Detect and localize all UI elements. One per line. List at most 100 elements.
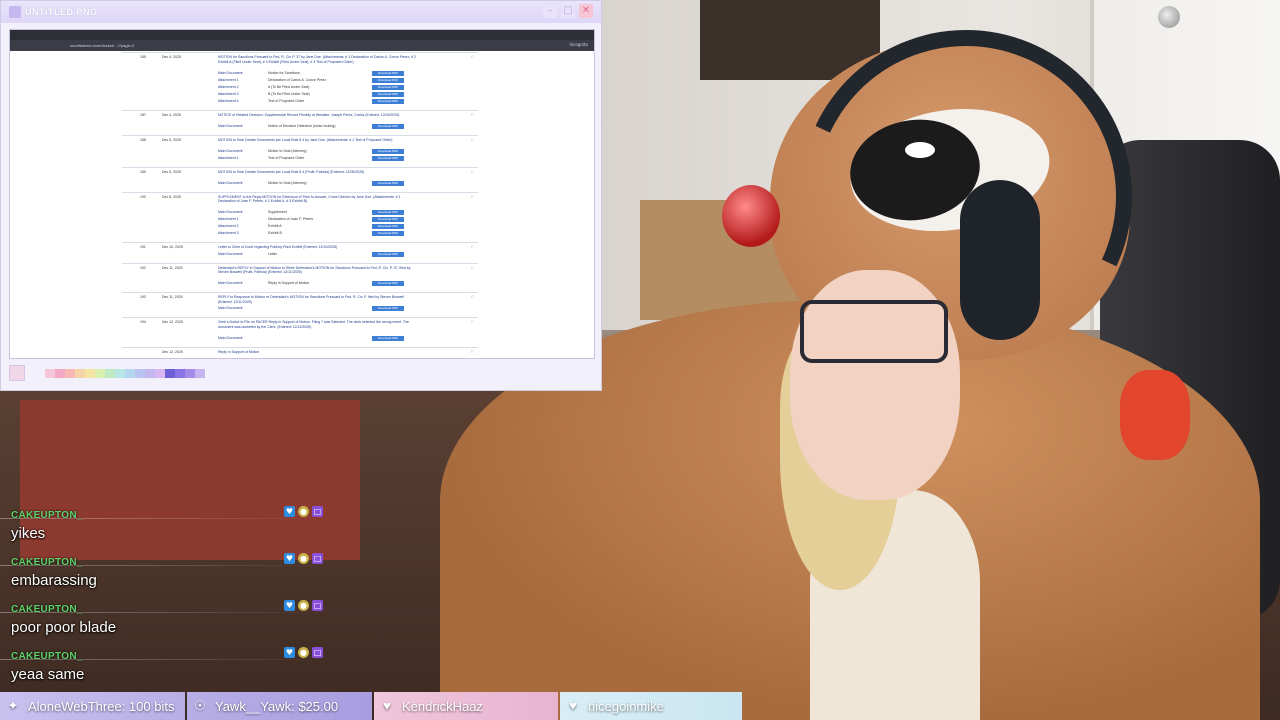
docket-flag-icon[interactable]: ⚐	[471, 245, 474, 249]
download-pdf-button[interactable]: Download PDF	[372, 123, 404, 129]
maximize-button[interactable]: □	[561, 4, 575, 18]
download-pdf-button[interactable]: Download PDF	[372, 217, 404, 222]
docket-table: 185 Dec 4, 2025 MOTION for Sanctions Pursu…	[122, 52, 478, 358]
attachment-label[interactable]: Main Document	[218, 181, 243, 185]
download-pdf-button[interactable]: Download PDF	[372, 231, 404, 236]
attachment-label[interactable]: Main Document	[218, 252, 243, 256]
docket-flag-icon[interactable]: ⚐	[471, 113, 474, 117]
chat-text: yeaa same	[11, 666, 85, 683]
docket-row: 194 Dec 12, 2025 Clerk's Notice to File on…	[122, 317, 478, 347]
attachment-label[interactable]: Attachment 1	[218, 156, 239, 160]
docket-flag-icon[interactable]: ⚐	[471, 266, 474, 270]
attachment-description: Exhibit A	[268, 224, 282, 228]
ticker-text: nicegoinmike	[588, 698, 664, 714]
download-pdf-button[interactable]: Download PDF	[372, 281, 404, 286]
screenshot-incognito: Incognito	[569, 42, 588, 47]
title-bar[interactable]: UNTITLED.PNG	[1, 1, 601, 23]
download-pdf-button[interactable]: Download PDF	[372, 306, 404, 311]
download-pdf-button[interactable]: Download PDF	[372, 98, 404, 104]
docket-flag-icon[interactable]: ⚐	[471, 195, 474, 199]
palette-swatch[interactable]	[55, 368, 65, 378]
attachment-label[interactable]: Attachment 1	[218, 78, 239, 82]
docket-description[interactable]: REPLY to Response to Motion re Defendant…	[218, 295, 418, 304]
docket-flag-icon[interactable]: ⚐	[471, 138, 474, 142]
attachment-label[interactable]: Main Document	[218, 210, 243, 214]
docket-description[interactable]: Clerk's Notice to File on PACER Reply in…	[218, 320, 418, 329]
image-canvas[interactable]: courtlistener.com/docket/.../?page=2 Inc…	[9, 29, 595, 359]
docket-description[interactable]: NOTICE of Related Decision: Supplemental…	[218, 113, 418, 118]
docket-description[interactable]: MOTION for Sanctions Pursuant to Fed. R.…	[218, 55, 418, 64]
docket-number: 188	[140, 137, 146, 142]
palette-swatch[interactable]	[155, 368, 165, 378]
palette-swatch[interactable]	[45, 368, 55, 378]
docket-description[interactable]: MOTION to Seal Certain Documents per Loc…	[218, 138, 418, 143]
attachment-label[interactable]: Attachment 2	[218, 85, 239, 89]
attachment-label[interactable]: Main Document	[218, 149, 243, 153]
download-pdf-button[interactable]: Download PDF	[372, 224, 404, 229]
ticker-event-icon: ☉	[194, 698, 206, 713]
docket-flag-icon[interactable]: ⚐	[471, 295, 474, 299]
subscriber-badge-icon: ♥	[284, 647, 295, 658]
subscriber-badge-icon: ♥	[284, 506, 295, 517]
attachment-label[interactable]: Main Document	[218, 281, 243, 285]
download-pdf-button[interactable]: Download PDF	[372, 180, 404, 186]
attachment-label[interactable]: Main Document	[218, 306, 243, 310]
headphone-cup	[960, 180, 1040, 340]
docket-date: Dec 5, 2025	[162, 169, 181, 174]
attachment-label[interactable]: Attachment 4	[218, 99, 239, 103]
docket-description[interactable]: SUPPLEMENT to the Reply MOTION for Exten…	[218, 195, 418, 204]
download-pdf-button[interactable]: Download PDF	[372, 70, 404, 76]
palette-swatch[interactable]	[125, 368, 135, 378]
download-pdf-button[interactable]: Download PDF	[372, 84, 404, 90]
download-pdf-button[interactable]: Download PDF	[372, 335, 404, 341]
download-pdf-button[interactable]: Download PDF	[372, 77, 404, 83]
attachment-description: B (To Be Filed Under Seal)	[268, 91, 310, 96]
palette-swatch[interactable]	[175, 368, 185, 378]
palette-swatch[interactable]	[135, 368, 145, 378]
attachment-label[interactable]: Attachment 3	[218, 231, 239, 235]
docket-description[interactable]: Defendant's REPLY in Support of Motion t…	[218, 266, 418, 275]
attachment-label[interactable]: Main Document	[218, 71, 243, 75]
attachment-label[interactable]: Main Document	[218, 124, 243, 128]
attachment-label[interactable]: Attachment 1	[218, 217, 239, 221]
bits-badge-icon: ●	[298, 553, 309, 564]
download-pdf-button[interactable]: Download PDF	[372, 91, 404, 97]
docket-number: 187	[140, 112, 146, 117]
docket-row: 190 Dec 8, 2025 SUPPLEMENT to the Reply MO…	[122, 191, 478, 243]
palette-swatch[interactable]	[115, 368, 125, 378]
palette-swatch[interactable]	[95, 368, 105, 378]
docket-date: Dec 5, 2025	[162, 137, 181, 142]
window-controls: – □ ✕	[543, 4, 593, 18]
docket-flag-icon[interactable]: ⚐	[471, 170, 474, 174]
docket-flag-icon[interactable]: ⚐	[471, 55, 474, 59]
download-pdf-button[interactable]: Download PDF	[372, 210, 404, 215]
download-pdf-button[interactable]: Download PDF	[372, 251, 404, 257]
docket-description[interactable]: Reply in Support of Motion	[218, 350, 418, 355]
current-color-swatch[interactable]	[9, 365, 25, 381]
palette-swatch[interactable]	[75, 368, 85, 378]
ticker-text: AloneWebThree: 100 bits	[28, 698, 175, 714]
close-button[interactable]: ✕	[579, 4, 593, 18]
subscriber-badge-icon: ♥	[284, 600, 295, 611]
palette-swatch[interactable]	[105, 368, 115, 378]
palette-swatch[interactable]	[85, 368, 95, 378]
palette-swatch[interactable]	[185, 368, 195, 378]
minimize-button[interactable]: –	[543, 4, 557, 18]
palette-swatch[interactable]	[195, 368, 205, 378]
docket-flag-icon[interactable]: ⚐	[471, 350, 474, 354]
download-pdf-button[interactable]: Download PDF	[372, 148, 404, 154]
chat-text: embarassing	[11, 572, 97, 589]
docket-description[interactable]: Letter to Clerk of Court regarding Publi…	[218, 245, 418, 250]
docket-flag-icon[interactable]: ⚐	[471, 320, 474, 324]
attachment-label[interactable]: Attachment 2	[218, 224, 239, 228]
attachment-label[interactable]: Main Document	[218, 336, 243, 340]
docket-description[interactable]: MOTION to Seal Certain Documents per Loc…	[218, 170, 418, 175]
chat-overlay: CAKEUPTON_ ♥ ● □ yikes CAKEUPTON_ ♥ ● □ embarassi…	[0, 505, 330, 693]
palette-swatch[interactable]	[165, 368, 175, 378]
download-pdf-button[interactable]: Download PDF	[372, 155, 404, 161]
chat-username: CAKEUPTON_	[11, 510, 83, 521]
palette-swatch[interactable]	[65, 368, 75, 378]
ticker-event-icon: ♥	[569, 698, 577, 713]
attachment-label[interactable]: Attachment 3	[218, 92, 239, 96]
palette-swatch[interactable]	[145, 368, 155, 378]
